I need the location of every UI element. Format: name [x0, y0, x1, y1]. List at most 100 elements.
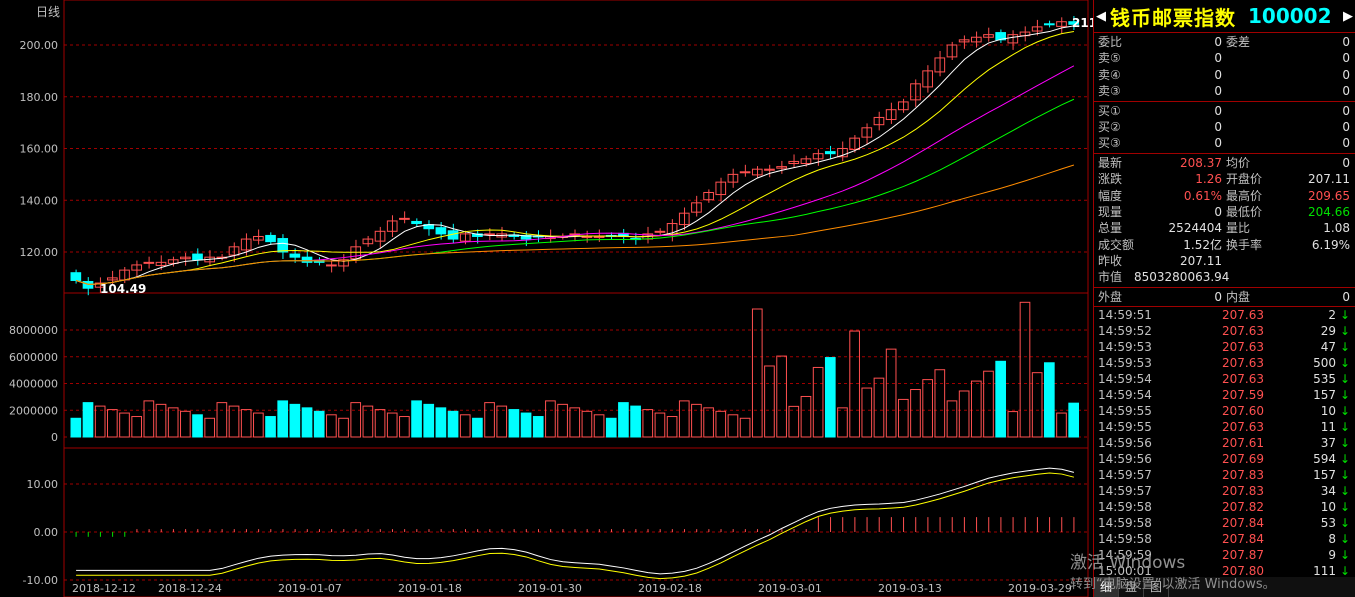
- ma60-line: [75, 164, 1075, 285]
- quote-row: 幅度 0.61% 最高价 209.65: [1094, 188, 1355, 204]
- volume-bar: [119, 412, 130, 438]
- volume-bar: [800, 395, 812, 438]
- date-axis-label: 2019-03-01: [758, 582, 822, 595]
- volume-axis-label: 0: [51, 431, 58, 444]
- quote-label: 涨跌: [1098, 172, 1123, 187]
- tick-price: 207.61: [1222, 436, 1264, 451]
- inner-label: 内盘: [1226, 289, 1251, 304]
- buy-orders-section: 买① 0 0 买② 0 0 买③ 0 0: [1094, 102, 1355, 154]
- buy-order-row: 买① 0 0: [1094, 103, 1355, 119]
- tick-time: 14:59:54: [1098, 372, 1152, 387]
- quote-row: 现量 0 最低价 204.66: [1094, 204, 1355, 220]
- tick-down-arrow-icon: ↓: [1340, 436, 1351, 451]
- tick-time: 14:59:57: [1098, 484, 1152, 499]
- buy-order-label: 买②: [1098, 119, 1121, 134]
- volume-axis-label: 8000000: [9, 324, 58, 337]
- macd-axis-label: 0.00: [34, 526, 59, 539]
- tick-time: 14:59:58: [1098, 516, 1152, 531]
- quote-side-panel: ◀ 钱币邮票指数 100002 ▶ 委比 0 委差 0 卖⑤ 0 0 卖④ 0 0 卖③ 0 0 买① 0…: [1093, 0, 1355, 597]
- volume-bar: [691, 403, 702, 438]
- tick-down-arrow-icon: ↓: [1340, 388, 1351, 403]
- volume-bar: [885, 348, 897, 438]
- volume-bar: [216, 402, 228, 438]
- quote-label2: 均价: [1226, 155, 1251, 170]
- volume-bar: [666, 416, 678, 438]
- tick-price: 207.63: [1222, 340, 1264, 355]
- volume-axis-label: 2000000: [9, 404, 58, 417]
- tick-time: 14:59:55: [1098, 404, 1152, 419]
- sell-order-label2: 委差: [1226, 35, 1251, 49]
- tick-volume: 53: [1320, 516, 1336, 531]
- sell-order-row: 委比 0 委差 0: [1094, 34, 1355, 50]
- tick-time: 14:59:54: [1098, 388, 1152, 403]
- candle-body: [277, 238, 289, 253]
- sell-order-row: 卖③ 0 0: [1094, 83, 1355, 99]
- quote-row: 市值 8503280063.94: [1094, 269, 1355, 285]
- volume-bar: [873, 377, 885, 438]
- candle-body: [82, 280, 94, 289]
- volume-bar: [678, 400, 690, 438]
- volume-bar: [399, 416, 410, 438]
- tick-down-arrow-icon: ↓: [1340, 548, 1351, 563]
- volume-bar: [581, 410, 593, 438]
- volume-bar: [837, 407, 848, 438]
- sell-order-row: 卖⑤ 0 0: [1094, 50, 1355, 66]
- chart-panel: [63, 447, 1089, 597]
- candle-body: [654, 230, 666, 233]
- tick-down-arrow-icon: ↓: [1340, 500, 1351, 515]
- candle-body: [301, 256, 313, 263]
- volume-bar: [727, 414, 739, 438]
- price-axis-label: 120.00: [20, 246, 59, 259]
- date-axis-label: 2018-12-24: [158, 582, 222, 595]
- next-stock-icon[interactable]: ▶: [1341, 9, 1355, 24]
- quote-row: 总量 2524404 量比 1.08: [1094, 220, 1355, 236]
- ma30-line: [75, 98, 1075, 285]
- sell-order-value2: 0: [1342, 35, 1350, 49]
- tick-down-arrow-icon: ↓: [1340, 404, 1351, 419]
- tick-price: 207.69: [1222, 452, 1264, 467]
- volume-bar: [995, 360, 1006, 438]
- buy-order-label: 买③: [1098, 136, 1121, 151]
- macd-axis-label: -10.00: [23, 574, 58, 587]
- volume-bar: [605, 417, 617, 438]
- sell-order-value: 0: [1214, 67, 1222, 82]
- candle-body: [399, 217, 410, 220]
- sell-order-value2: 0: [1342, 67, 1350, 82]
- tick-row: 14:59:55 207.60 10 ↓: [1094, 403, 1355, 419]
- quote-value: 1.52亿: [1183, 237, 1222, 252]
- volume-bar: [204, 417, 216, 438]
- quote-label2: 最高价: [1226, 188, 1263, 203]
- tick-volume: 37: [1320, 436, 1336, 451]
- quote-value2: 207.11: [1308, 172, 1350, 187]
- kline-svg[interactable]: 200.00 180.00 160.00 140.00 120.00 8000000 600…: [0, 0, 1093, 597]
- tick-price: 207.83: [1222, 484, 1264, 499]
- buy-order-value2: 0: [1342, 119, 1350, 134]
- quote-value2: 209.65: [1308, 188, 1350, 203]
- volume-bar: [253, 412, 264, 438]
- volume-bar: [180, 410, 191, 438]
- volume-bar: [155, 403, 167, 438]
- volume-bar: [776, 355, 787, 438]
- kline-chart-area[interactable]: 200.00 180.00 160.00 140.00 120.00 8000000 600…: [0, 0, 1118, 597]
- volume-bar: [1019, 301, 1031, 438]
- sell-order-value: 0: [1214, 84, 1222, 99]
- tick-row: 14:59:53 207.63 500 ↓: [1094, 355, 1355, 371]
- tick-down-arrow-icon: ↓: [1340, 484, 1351, 499]
- prev-stock-icon[interactable]: ◀: [1094, 9, 1108, 24]
- tick-down-arrow-icon: ↓: [1340, 452, 1351, 467]
- volume-bar: [143, 400, 155, 438]
- tick-down-arrow-icon: ↓: [1340, 468, 1351, 483]
- stock-name: 钱币邮票指数: [1110, 5, 1236, 30]
- sell-order-label: 卖④: [1098, 67, 1121, 82]
- tick-list[interactable]: 14:59:51 207.63 2 ↓ 14:59:52 207.63 29 ↓ 14:59:5…: [1094, 307, 1355, 579]
- volume-bar: [715, 410, 727, 438]
- tick-row: 14:59:55 207.63 11 ↓: [1094, 419, 1355, 435]
- volume-axis-label: 6000000: [9, 351, 58, 364]
- sell-order-label: 卖⑤: [1098, 51, 1121, 66]
- tick-price: 207.82: [1222, 500, 1264, 515]
- volume-bar: [265, 416, 276, 438]
- tick-down-arrow-icon: ↓: [1340, 516, 1351, 531]
- volume-bar: [788, 405, 800, 438]
- candle-body: [824, 151, 836, 155]
- buy-order-value: 0: [1214, 103, 1222, 118]
